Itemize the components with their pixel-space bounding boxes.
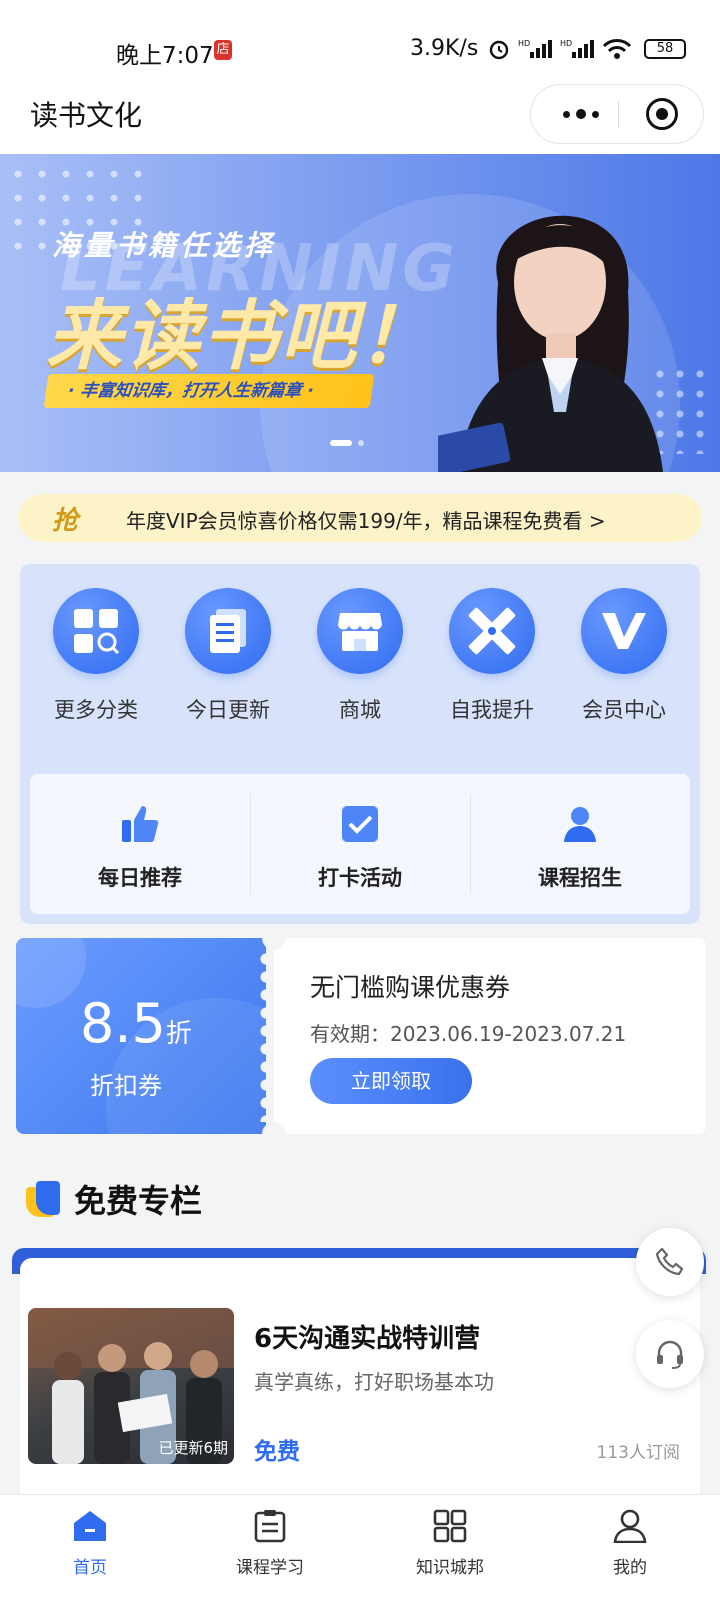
- course-title: 6天沟通实战特训营: [254, 1324, 481, 1354]
- signal-icon-2: HD: [560, 39, 594, 58]
- vip-icon: [581, 588, 667, 674]
- shortcut-label: 每日推荐: [98, 866, 182, 890]
- tab-label: 知识城邦: [416, 1558, 484, 1578]
- category-label: 自我提升: [450, 698, 534, 722]
- vip-promo-strip[interactable]: 抢 年度VIP会员惊喜价格仅需199/年，精品课程免费看 >: [18, 494, 702, 542]
- category-today-update[interactable]: 今日更新: [168, 588, 288, 724]
- category-vip-center[interactable]: 会员中心: [564, 588, 684, 724]
- apps-grid-icon: [433, 1509, 467, 1543]
- course-price: 免费: [254, 1439, 300, 1465]
- discount-coupon: 8.5折 折扣券 无门槛购课优惠券 有效期：2023.06.19-2023.07…: [16, 926, 706, 1146]
- course-card[interactable]: 已更新6期 6天沟通实战特训营 真学真练，打好职场基本功 免费 113人订阅: [20, 1258, 700, 1498]
- course-thumbnail: 已更新6期: [28, 1308, 234, 1464]
- banner-indicator: [330, 440, 364, 446]
- bottom-tab-bar: 首页 课程学习 知识城邦 我的: [0, 1494, 720, 1600]
- tab-mine[interactable]: 我的: [540, 1495, 720, 1600]
- tab-label: 课程学习: [236, 1558, 304, 1578]
- tab-label: 首页: [73, 1558, 107, 1578]
- update-count-badge: 已更新6期: [158, 1439, 228, 1457]
- coupon-perforation: [258, 950, 274, 1122]
- coupon-rate: 8.5折: [80, 992, 192, 1055]
- thumbs-up-icon: [122, 806, 159, 842]
- status-bar: 晚上7:07 店 3.9K/s HD HD 58: [0, 0, 720, 92]
- category-store[interactable]: 商城: [300, 588, 420, 724]
- grid-search-icon: [53, 588, 139, 674]
- status-icons: HD HD 58: [488, 38, 686, 60]
- more-options-icon[interactable]: [551, 85, 611, 143]
- store-badge-icon: 店: [214, 40, 232, 60]
- mini-program-capsule: [530, 84, 704, 144]
- category-row: 更多分类 今日更新 商城 自我提升 会员中心: [20, 588, 700, 724]
- user-icon: [613, 1509, 647, 1544]
- document-icon: [185, 588, 271, 674]
- clipboard-icon: [254, 1510, 286, 1543]
- shortcut-row: 每日推荐 打卡活动 课程招生: [30, 774, 690, 914]
- subscriber-count: 113人订阅: [596, 1443, 680, 1463]
- alarm-icon: [489, 40, 509, 60]
- category-self-improve[interactable]: 自我提升: [432, 588, 552, 724]
- signal-icon: HD: [518, 39, 552, 58]
- phone-button[interactable]: [636, 1228, 704, 1296]
- banner-subtitle: 海量书籍任选择: [52, 229, 277, 262]
- category-label: 商城: [339, 698, 381, 722]
- close-target-icon[interactable]: [646, 98, 678, 130]
- shortcut-daily-recommend[interactable]: 每日推荐: [30, 774, 250, 914]
- store-icon: [317, 588, 403, 674]
- coupon-validity: 有效期：2023.06.19-2023.07.21: [310, 1022, 627, 1046]
- banner-person-illustration: [438, 215, 663, 472]
- coupon-kind: 折扣券: [90, 1072, 162, 1100]
- section-header: 免费专栏: [26, 1176, 202, 1222]
- wifi-icon: [602, 39, 632, 59]
- shortcut-label: 课程招生: [538, 866, 622, 890]
- ruler-pencil-icon: [449, 588, 535, 674]
- svg-text:HD: HD: [560, 39, 572, 48]
- category-label: 会员中心: [582, 698, 666, 722]
- capsule-divider: [618, 101, 619, 129]
- promo-banner[interactable]: LEARNING 海量书籍任选择 来读书吧！ · 丰富知识库，打开人生新篇章 ·: [0, 154, 720, 472]
- network-speed: 3.9K/s: [410, 36, 479, 61]
- category-more[interactable]: 更多分类: [36, 588, 156, 724]
- customer-service-button[interactable]: [636, 1320, 704, 1388]
- checkbox-icon: [342, 806, 378, 842]
- title-bar: 读书文化: [0, 84, 720, 154]
- svg-text:HD: HD: [518, 39, 530, 48]
- shortcut-checkin[interactable]: 打卡活动: [250, 774, 470, 914]
- home-icon: [74, 1511, 106, 1541]
- status-time: 晚上7:07: [116, 43, 214, 69]
- vip-promo-text: 年度VIP会员惊喜价格仅需199/年，精品课程免费看 >: [126, 509, 606, 533]
- shortcut-label: 打卡活动: [318, 866, 402, 890]
- battery-icon: 58: [644, 39, 686, 59]
- shortcut-enrollment[interactable]: 课程招生: [470, 774, 690, 914]
- coupon-title: 无门槛购课优惠券: [310, 973, 511, 1002]
- section-title: 免费专栏: [74, 1182, 203, 1220]
- page-title: 读书文化: [30, 99, 143, 132]
- grab-icon: 抢: [52, 506, 79, 536]
- claim-coupon-button[interactable]: 立即领取: [310, 1058, 472, 1104]
- tab-home[interactable]: 首页: [0, 1495, 180, 1600]
- phone-icon: [655, 1247, 684, 1276]
- tab-course-study[interactable]: 课程学习: [180, 1495, 360, 1600]
- category-label: 更多分类: [54, 698, 138, 722]
- category-label: 今日更新: [186, 698, 270, 722]
- tab-knowledge-city[interactable]: 知识城邦: [360, 1495, 540, 1600]
- banner-ribbon: · 丰富知识库，打开人生新篇章 ·: [43, 374, 375, 408]
- section-mark-icon: [26, 1181, 62, 1217]
- coupon-value-panel: 8.5折 折扣券: [16, 938, 266, 1134]
- tab-label: 我的: [613, 1558, 647, 1578]
- person-icon: [564, 807, 596, 842]
- headset-icon: [657, 1340, 683, 1369]
- quick-entry-panel: 更多分类 今日更新 商城 自我提升 会员中心 每日推荐 打卡活动 课程招生: [20, 564, 700, 924]
- coupon-info-panel: 无门槛购课优惠券 有效期：2023.06.19-2023.07.21 立即领取: [262, 926, 706, 1146]
- banner-headline: 来读书吧！: [46, 291, 436, 380]
- course-desc: 真学真练，打好职场基本功: [254, 1370, 494, 1394]
